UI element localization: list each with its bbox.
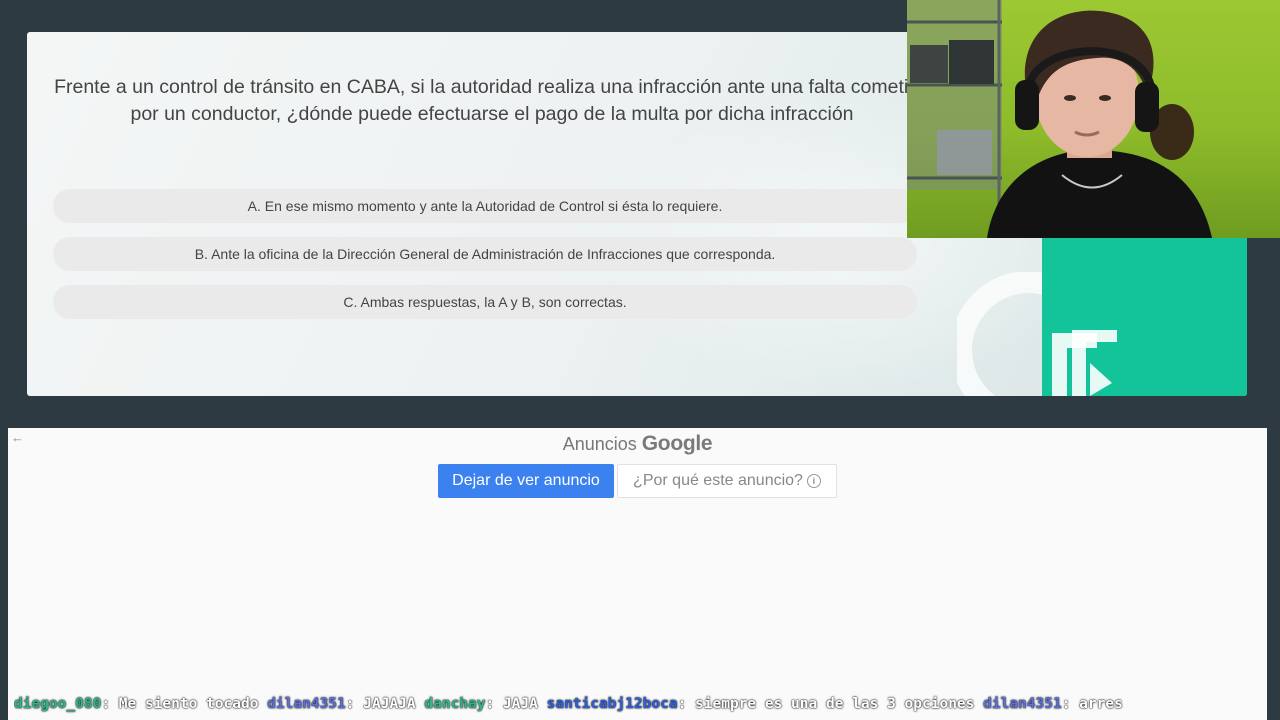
google-logo: Google <box>641 432 713 455</box>
ad-panel: ← Anuncios Google Dejar de ver anuncio ¿… <box>8 428 1267 720</box>
answer-option-b[interactable]: B. Ante la oficina de la Dirección Gener… <box>53 237 917 271</box>
why-this-ad-label: ¿Por qué este anuncio? <box>633 472 803 489</box>
chat-user: dilan4351 <box>267 696 346 712</box>
ad-header: Anuncios Google <box>8 432 1267 456</box>
chat-user: santicabj12boca <box>546 696 678 712</box>
webcam-image <box>907 0 1212 238</box>
stop-seeing-ad-button[interactable]: Dejar de ver anuncio <box>438 464 614 498</box>
chat-user: danchay <box>424 696 486 712</box>
answer-option-c[interactable]: C. Ambas respuestas, la A y B, son corre… <box>53 285 917 319</box>
chat-message: JAJA <box>502 696 538 712</box>
answer-option-a[interactable]: A. En ese mismo momento y ante la Autori… <box>53 189 917 223</box>
streamer-webcam <box>907 0 1280 238</box>
info-icon: i <box>806 474 821 488</box>
ad-header-label: Anuncios <box>562 434 637 454</box>
brand-mark-icon <box>1052 330 1117 396</box>
chat-user: dilan4351 <box>983 696 1062 712</box>
quiz-question: Frente a un control de tránsito en CABA,… <box>54 76 930 125</box>
chat-user: diegoo_080 <box>14 696 102 712</box>
why-this-ad-button[interactable]: ¿Por qué este anuncio? i <box>617 464 837 498</box>
chat-message: siempre es una de las 3 opciones <box>695 696 975 712</box>
chat-message: arres <box>1079 696 1123 712</box>
chat-message: Me siento tocado <box>118 696 259 712</box>
chat-message: JAJAJA <box>363 696 416 712</box>
brand-tile <box>1042 238 1247 396</box>
chat-ticker: diegoo_080: Me siento tocado dilan4351: … <box>14 696 1123 712</box>
